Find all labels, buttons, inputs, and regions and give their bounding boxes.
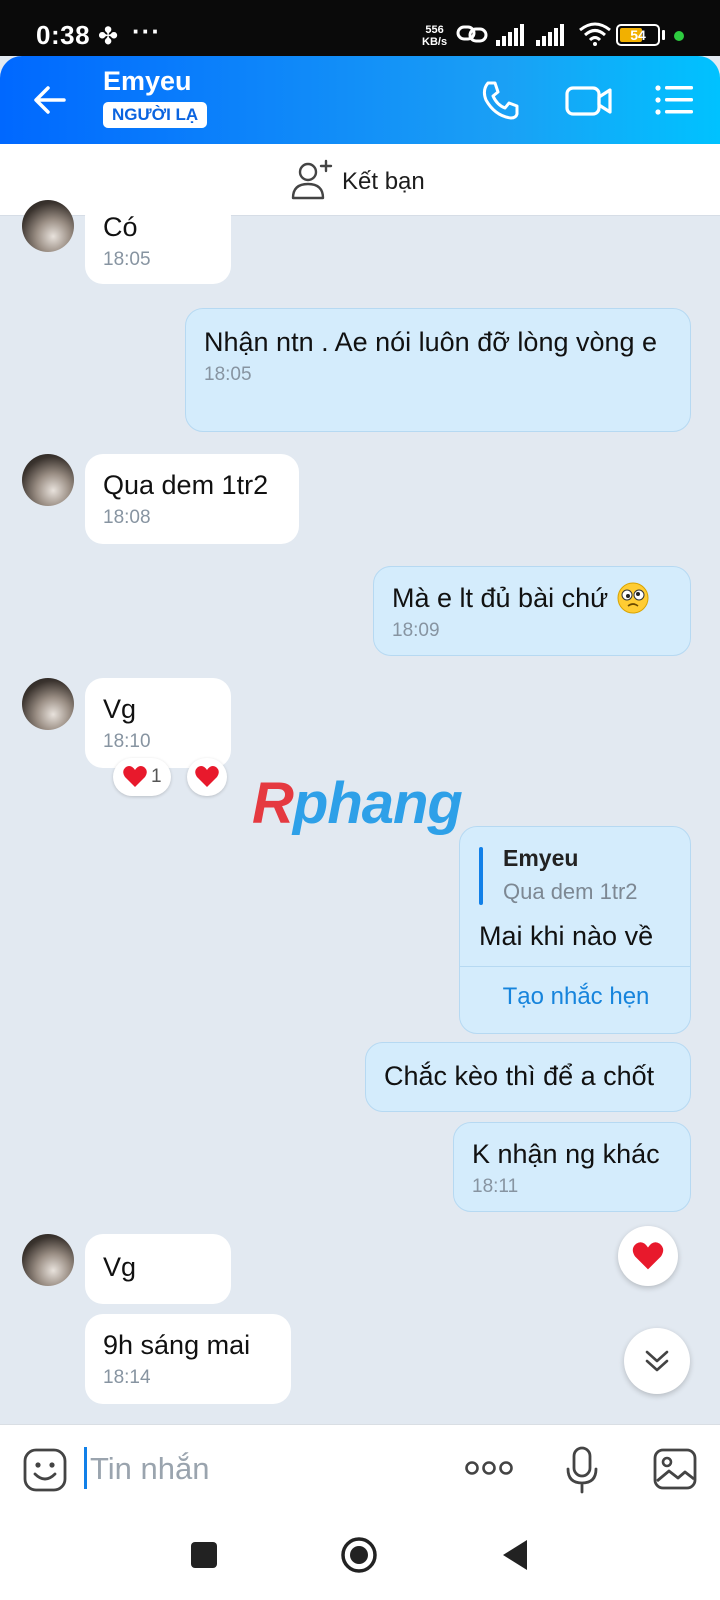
wifi-icon: [579, 22, 611, 46]
add-friend-icon: [291, 159, 333, 200]
create-reminder-button[interactable]: Tạo nhắc hẹn: [460, 983, 690, 1011]
chat-header: Emyeu NGƯỜI LẠ: [0, 56, 720, 144]
quote-author: Emyeu: [503, 845, 579, 871]
contact-avatar[interactable]: [22, 1234, 74, 1286]
message-text: K nhận ng khác: [472, 1139, 660, 1169]
message-text: Mà e lt đủ bài chứ: [392, 581, 672, 616]
contact-avatar[interactable]: [22, 454, 74, 506]
menu-list-icon[interactable]: [652, 78, 696, 122]
message-time: 18:11: [472, 1176, 519, 1197]
battery-level: 54: [630, 27, 646, 43]
double-chevron-down-icon: [645, 1350, 669, 1372]
message-composer: [0, 1424, 720, 1514]
reaction-summary[interactable]: 1: [113, 758, 171, 796]
network-speed: 556 KB/s: [422, 24, 448, 48]
message-bubble-outgoing[interactable]: Nhận ntn . Ae nói luôn đỡ lòng vòng e 18…: [185, 308, 691, 432]
back-button[interactable]: [500, 1538, 530, 1572]
message-bubble-outgoing[interactable]: K nhận ng khác 18:11: [453, 1122, 691, 1212]
stranger-badge: NGƯỜI LẠ: [103, 102, 208, 128]
contact-name[interactable]: Emyeu: [103, 66, 192, 97]
reaction-count: 1: [151, 766, 162, 787]
message-bubble-outgoing[interactable]: Chắc kèo thì để a chốt: [365, 1042, 691, 1112]
home-button[interactable]: [339, 1535, 379, 1575]
back-arrow-icon[interactable]: [28, 78, 72, 122]
message-text: Mai khi nào về: [479, 921, 654, 951]
scroll-to-bottom-button[interactable]: [624, 1328, 690, 1394]
message-time: 18:05: [204, 364, 252, 385]
more-options-icon[interactable]: [464, 1457, 514, 1479]
message-text: Vg: [103, 1252, 137, 1282]
message-text: Qua dem 1tr2: [103, 470, 269, 500]
message-bubble-outgoing[interactable]: Mà e lt đủ bài chứ 18:09: [373, 566, 691, 656]
privacy-indicator-dot: [674, 31, 684, 41]
message-time: 18:05: [103, 249, 151, 270]
recent-apps-button[interactable]: [189, 1540, 219, 1570]
battery-icon: 54: [616, 24, 660, 46]
message-time: 18:14: [103, 1367, 151, 1388]
message-bubble-reply[interactable]: Emyeu Qua dem 1tr2 Mai khi nào về Tạo nh…: [459, 826, 691, 1034]
divider: [460, 966, 690, 967]
signal-icon: [496, 24, 524, 46]
quote-bar: [479, 847, 483, 905]
message-bubble-incoming[interactable]: Vg: [85, 1234, 231, 1304]
system-navigation-bar: [0, 1514, 720, 1600]
heart-icon: [195, 766, 219, 787]
message-text: Có: [103, 212, 138, 242]
signal-icon-2: [536, 24, 564, 46]
message-bubble-incoming[interactable]: Vg 18:10: [85, 678, 231, 768]
message-bubble-incoming[interactable]: Có 18:05: [85, 198, 231, 284]
video-call-icon[interactable]: [564, 78, 614, 122]
fan-icon: ✤: [98, 23, 119, 50]
quick-heart-reaction-button[interactable]: [618, 1226, 678, 1286]
image-gallery-icon[interactable]: [652, 1447, 698, 1491]
status-bar: 0:38 ✤ ··· 556 KB/s 54: [0, 0, 720, 56]
quote-text: Qua dem 1tr2: [503, 879, 638, 904]
contact-avatar[interactable]: [22, 678, 74, 730]
message-time: 18:08: [103, 507, 151, 528]
phone-call-icon[interactable]: [478, 78, 522, 122]
microphone-icon[interactable]: [564, 1445, 600, 1495]
sticker-emoji-icon[interactable]: [22, 1447, 68, 1493]
message-text: 9h sáng mai: [103, 1330, 251, 1360]
heart-icon: [123, 766, 147, 787]
confused-face-emoji-icon: [617, 582, 649, 614]
message-input[interactable]: [84, 1443, 444, 1495]
heart-icon: [632, 1242, 664, 1270]
status-time: 0:38: [36, 20, 91, 50]
more-notifications-icon: ···: [132, 16, 161, 46]
message-bubble-incoming[interactable]: Qua dem 1tr2 18:08: [85, 454, 299, 544]
message-time: 18:10: [103, 731, 151, 752]
message-text: Vg: [103, 694, 137, 724]
watermark-logo: Rphang: [252, 771, 463, 836]
message-text: Nhận ntn . Ae nói luôn đỡ lòng vòng e: [204, 327, 658, 357]
add-friend-label: Kết bạn: [342, 168, 425, 195]
message-bubble-incoming[interactable]: 9h sáng mai 18:14: [85, 1314, 291, 1404]
react-heart-button[interactable]: [187, 758, 227, 796]
message-text: Chắc kèo thì để a chốt: [384, 1061, 655, 1091]
hotspot-link-icon: [456, 25, 488, 43]
contact-avatar[interactable]: [22, 200, 74, 252]
message-time: 18:09: [392, 620, 440, 641]
